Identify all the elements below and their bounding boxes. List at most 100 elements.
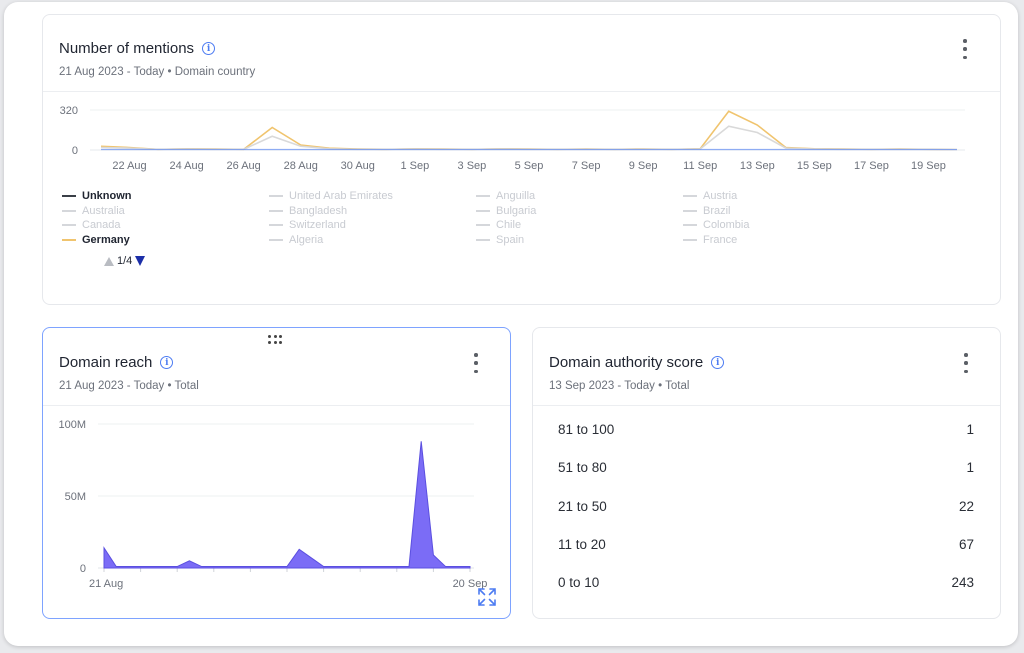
info-icon[interactable]: i [160, 356, 174, 369]
authority-row: 21 to 50 22 [558, 499, 974, 514]
reach-title-text: Domain reach [59, 354, 153, 371]
authority-range-label: 21 to 50 [558, 498, 607, 514]
legend-label: Switzerland [289, 219, 346, 232]
reach-chart: 100M50M021 Aug 20 Sep [58, 419, 487, 590]
series-line [100, 110, 958, 151]
mentions-legend: Unknown United Arab Emirates Anguilla Austr… [62, 190, 892, 246]
legend-item[interactable]: Bangladesh [269, 205, 476, 218]
legend-swatch [269, 195, 283, 198]
legend-label: Unknown [82, 190, 132, 203]
legend-swatch [683, 209, 697, 212]
mentions-title-text: Number of mentions [59, 40, 195, 57]
legend-swatch [476, 238, 490, 241]
legend-swatch [62, 224, 76, 227]
x-tick-label: 3 Sep [458, 160, 487, 172]
legend-label: France [703, 233, 738, 246]
legend-item[interactable]: United Arab Emirates [269, 190, 476, 203]
legend-swatch [683, 224, 697, 227]
legend-label: Anguilla [496, 190, 536, 203]
legend-label: Algeria [289, 233, 324, 246]
x-tick-label: 5 Sep [515, 160, 544, 172]
x-tick-label: 28 Aug [284, 160, 318, 172]
legend-item[interactable]: Australia [62, 205, 269, 218]
legend-item[interactable]: Anguilla [476, 190, 683, 203]
authority-range-label: 0 to 10 [558, 575, 600, 591]
legend-item[interactable]: Spain [476, 234, 683, 247]
mentions-title: Number of mentions i [59, 40, 216, 57]
mentions-subtitle: 21 Aug 2023 - Today • Domain country [59, 66, 256, 78]
authority-count: 1 [966, 422, 974, 437]
x-tick-label: 7 Sep [572, 160, 601, 172]
reach-title: Domain reach i [59, 354, 174, 371]
x-tick-label: 30 Aug [341, 160, 375, 172]
legend-item[interactable]: Switzerland [269, 219, 476, 232]
y-tick-label: 0 [80, 563, 86, 575]
legend-item[interactable]: Colombia [683, 219, 890, 232]
legend-label: Canada [82, 219, 121, 232]
info-icon[interactable]: i [711, 356, 725, 369]
legend-page-indicator: 1/4 [117, 255, 133, 267]
legend-prev-icon[interactable] [104, 256, 114, 266]
series-line [100, 125, 958, 151]
authority-title: Domain authority score i [549, 354, 725, 371]
legend-pager: 1/4 [104, 255, 146, 267]
legend-next-icon[interactable] [135, 256, 146, 266]
authority-range-label: 11 to 20 [558, 536, 606, 552]
info-icon[interactable]: i [202, 42, 216, 55]
legend-swatch [683, 195, 697, 198]
authority-divider [533, 405, 1000, 406]
legend-label: Colombia [703, 219, 750, 232]
y-tick-label: 320 [60, 105, 78, 117]
series-area [103, 441, 471, 569]
legend-item[interactable]: Austria [683, 190, 890, 203]
legend-swatch [62, 238, 76, 241]
x-tick-label: 17 Sep [854, 160, 889, 172]
expand-icon[interactable] [477, 587, 497, 607]
legend-swatch [476, 224, 490, 227]
legend-label: Germany [82, 233, 130, 246]
x-tick-label: 22 Aug [112, 160, 146, 172]
authority-count: 22 [958, 498, 974, 514]
x-tick-label: 26 Aug [227, 160, 261, 172]
legend-item[interactable]: Unknown [62, 190, 269, 203]
legend-item[interactable]: France [683, 234, 890, 247]
legend-swatch [269, 238, 283, 241]
authority-count: 243 [951, 575, 974, 591]
authority-count: 1 [966, 460, 974, 476]
authority-menu-button[interactable] [961, 353, 971, 373]
x-tick-label: 19 Sep [911, 160, 946, 172]
authority-range-label: 81 to 100 [558, 422, 615, 437]
legend-label: Brazil [703, 204, 731, 217]
authority-row: 0 to 10 243 [558, 575, 974, 590]
mentions-menu-button[interactable] [960, 39, 970, 59]
legend-item[interactable]: Algeria [269, 234, 476, 247]
legend-swatch [269, 224, 283, 227]
legend-label: Spain [496, 233, 525, 246]
legend-swatch [62, 195, 76, 198]
legend-item[interactable]: Canada [62, 219, 269, 232]
drag-handle-icon[interactable] [268, 335, 284, 344]
authority-title-text: Domain authority score [549, 354, 704, 371]
x-tick-label: 24 Aug [169, 160, 203, 172]
legend-label: Austria [703, 190, 738, 203]
legend-swatch [683, 238, 697, 241]
authority-row: 11 to 20 67 [558, 537, 974, 552]
legend-item[interactable]: Brazil [683, 205, 890, 218]
y-tick-label: 0 [72, 145, 78, 157]
reach-subtitle: 21 Aug 2023 - Today • Total [59, 380, 199, 392]
authority-row: 51 to 80 1 [558, 460, 974, 475]
legend-item[interactable]: Germany [62, 234, 269, 247]
legend-item[interactable]: Bulgaria [476, 205, 683, 218]
reach-divider [43, 405, 510, 406]
reach-menu-button[interactable] [471, 353, 481, 373]
legend-label: Australia [82, 204, 125, 217]
authority-range-label: 51 to 80 [558, 460, 607, 476]
legend-label: Bangladesh [289, 204, 348, 217]
legend-swatch [269, 209, 283, 212]
legend-label: Chile [496, 219, 522, 232]
x-tick-label: 1 Sep [400, 160, 429, 172]
x-tick-label: 15 Sep [797, 160, 832, 172]
legend-label: United Arab Emirates [289, 190, 393, 203]
legend-swatch [62, 209, 76, 212]
legend-item[interactable]: Chile [476, 219, 683, 232]
